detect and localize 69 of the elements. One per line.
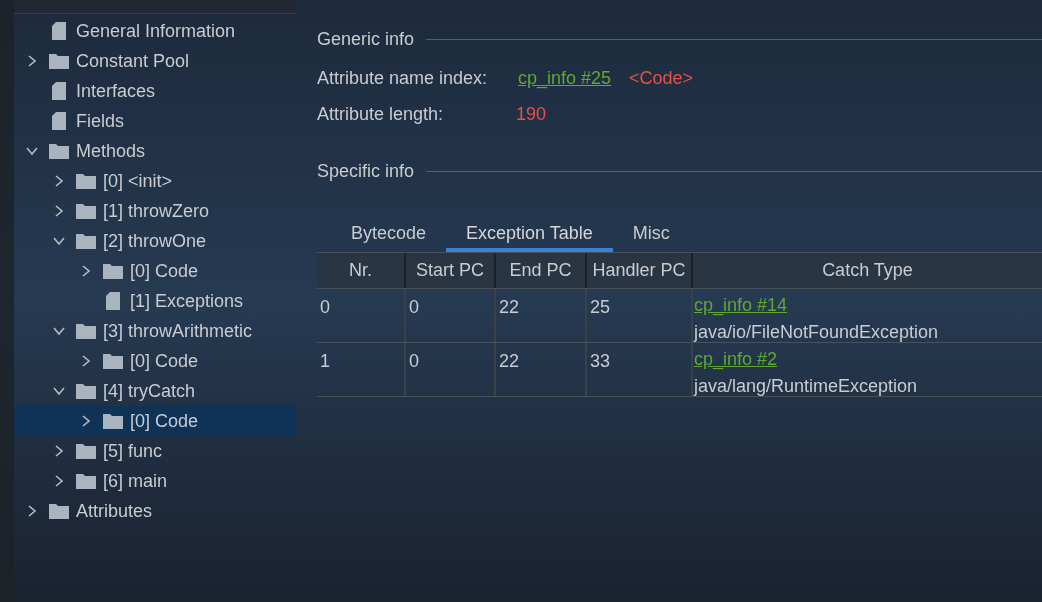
tree-item[interactable]: [0] Code <box>14 256 296 286</box>
tree-item[interactable]: [6] main <box>14 466 296 496</box>
folder-icon <box>76 173 96 189</box>
tree-item[interactable]: Interfaces <box>14 76 296 106</box>
chevron-right-icon[interactable] <box>80 414 92 428</box>
tree-item[interactable]: Constant Pool <box>14 46 296 76</box>
chevron-down-icon[interactable] <box>52 235 66 247</box>
chevron-right-icon[interactable] <box>53 474 65 488</box>
folder-icon <box>76 233 96 249</box>
folder-icon <box>76 473 96 489</box>
chevron-down-icon[interactable] <box>52 325 66 337</box>
chevron-right-icon[interactable] <box>26 504 38 518</box>
column-header[interactable]: Handler PC <box>587 253 693 288</box>
tree-item[interactable]: [5] func <box>14 436 296 466</box>
chevron-right-icon[interactable] <box>80 264 92 278</box>
file-icon <box>52 112 66 130</box>
tree-item[interactable]: General Information <box>14 16 296 46</box>
column-header[interactable]: Catch Type <box>693 253 1042 288</box>
tree-item[interactable]: [0] Code <box>14 346 296 376</box>
folder-icon <box>49 143 69 159</box>
constant-pool-link[interactable]: cp_info #2 <box>694 346 778 373</box>
chevron-right-icon[interactable] <box>53 444 65 458</box>
table-cell: 0 <box>406 289 496 342</box>
field-label: Attribute name index: <box>317 66 489 90</box>
table-cell: 22 <box>496 289 587 342</box>
chevron-right-icon[interactable] <box>53 204 65 218</box>
file-icon <box>52 22 66 40</box>
constant-pool-link[interactable]: cp_info #14 <box>694 292 788 319</box>
table-cell-text: java/lang/RuntimeException <box>694 375 918 398</box>
field-label: Attribute length: <box>317 102 445 126</box>
table-cell-text: java/io/FileNotFoundException <box>694 321 939 344</box>
tree-item[interactable]: [1] throwZero <box>14 196 296 226</box>
chevron-down-icon[interactable] <box>25 145 39 157</box>
file-icon <box>52 82 66 100</box>
column-header[interactable]: Nr. <box>317 253 406 288</box>
folder-icon <box>49 53 69 69</box>
chevron-right-icon[interactable] <box>80 354 92 368</box>
column-header[interactable]: Start PC <box>406 253 496 288</box>
folder-icon <box>103 353 123 369</box>
tree-item[interactable]: Attributes <box>14 496 296 526</box>
tree-item[interactable]: [0] <init> <box>14 166 296 196</box>
tree-item[interactable]: [0] Code <box>14 406 296 436</box>
tree-item[interactable]: Fields <box>14 106 296 136</box>
folder-icon <box>76 443 96 459</box>
folder-icon <box>49 503 69 519</box>
folder-icon <box>76 203 96 219</box>
field-value: 190 <box>516 102 547 126</box>
tree-item[interactable]: [1] Exceptions <box>14 286 296 316</box>
file-icon <box>106 292 120 310</box>
column-header[interactable]: End PC <box>496 253 587 288</box>
folder-icon <box>103 413 123 429</box>
tab[interactable]: Misc <box>612 218 690 252</box>
section-title: Specific info <box>317 159 415 183</box>
folder-icon <box>76 323 96 339</box>
tree-item[interactable]: [3] throwArithmetic <box>14 316 296 346</box>
chevron-right-icon[interactable] <box>26 54 38 68</box>
chevron-down-icon[interactable] <box>52 385 66 397</box>
table-cell: 25 <box>587 289 693 342</box>
folder-icon <box>103 263 123 279</box>
field-value: <Code> <box>629 66 694 90</box>
folder-icon <box>76 383 96 399</box>
section-title: Generic info <box>317 27 415 51</box>
tab[interactable]: Bytecode <box>331 218 447 252</box>
tree-item[interactable]: [2] throwOne <box>14 226 296 256</box>
chevron-right-icon[interactable] <box>53 174 65 188</box>
tree-item[interactable]: Methods <box>14 136 296 166</box>
tree-item[interactable]: [4] tryCatch <box>14 376 296 406</box>
table-cell: 0 <box>317 289 406 342</box>
constant-pool-link[interactable]: cp_info #25 <box>518 64 612 92</box>
